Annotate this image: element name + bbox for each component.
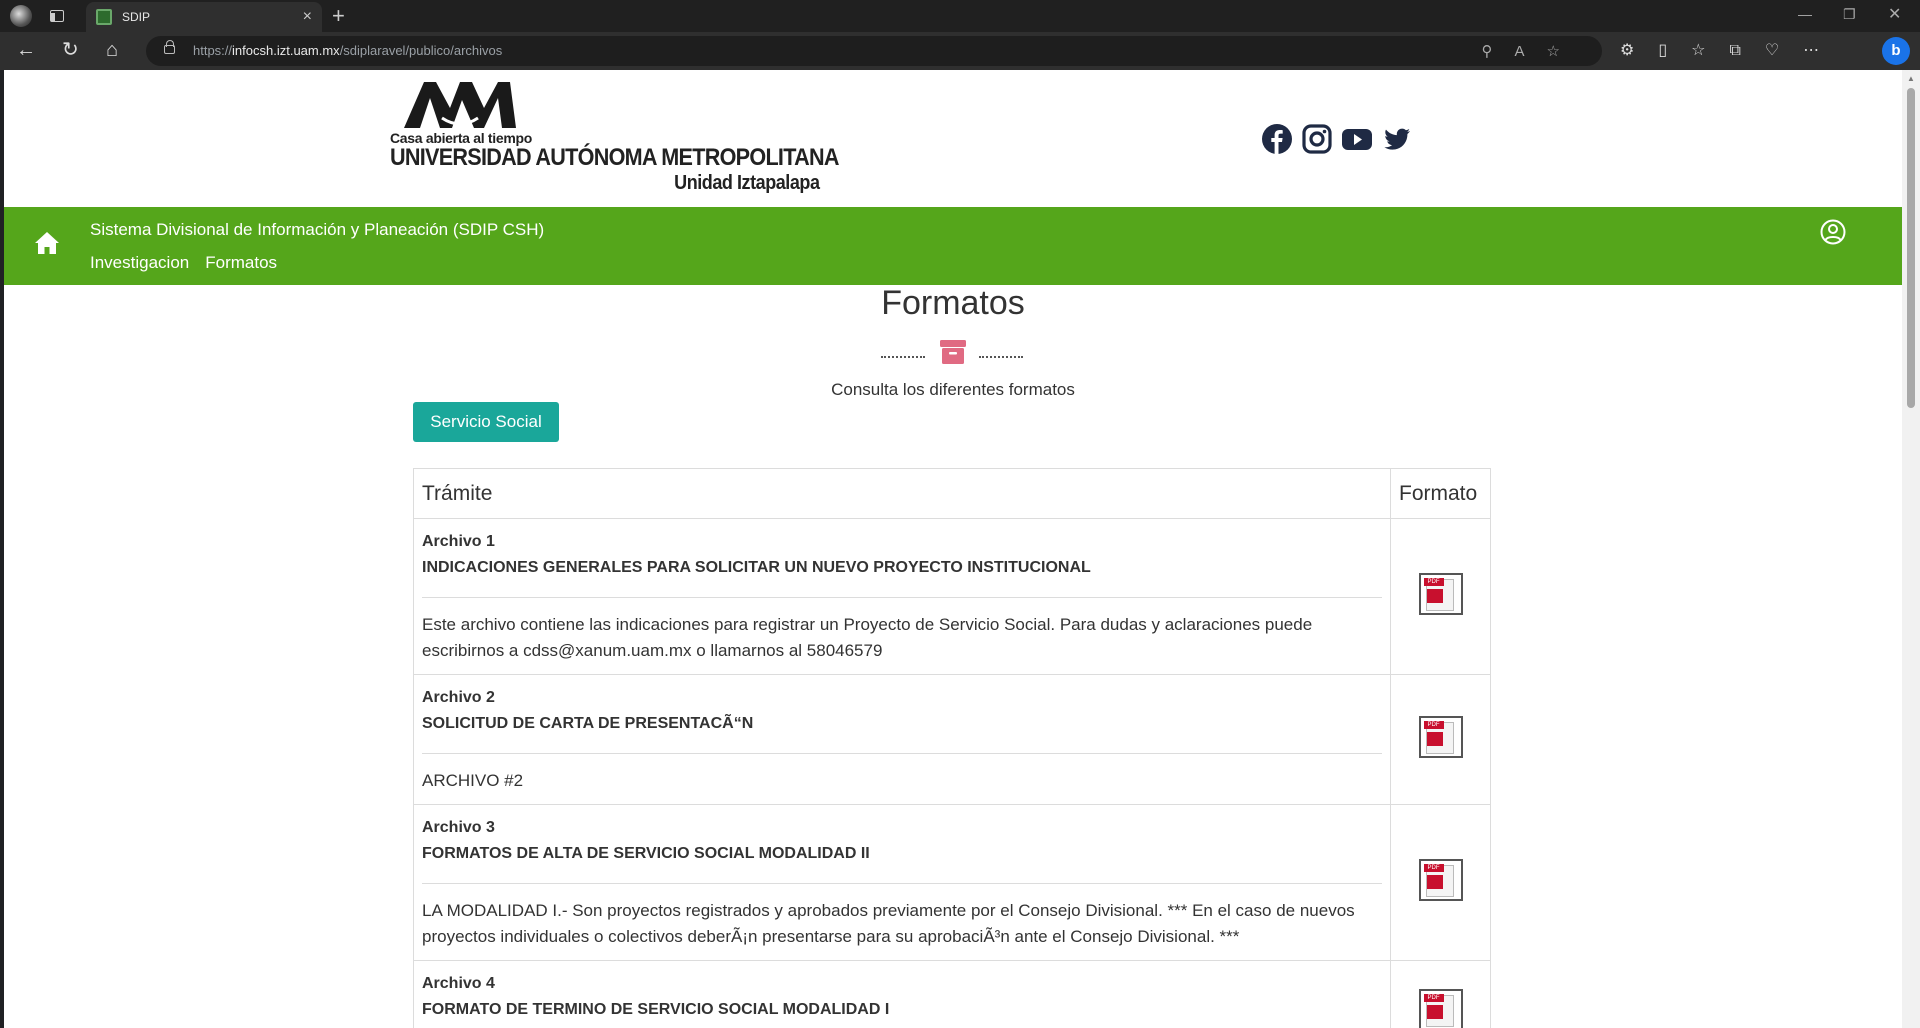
tab-title: SDIP <box>122 10 151 24</box>
nav-links: Investigacion Formatos <box>90 253 277 273</box>
pdf-download-icon[interactable]: PDF <box>1418 716 1463 758</box>
page-title: Formatos <box>881 284 1025 322</box>
formats-table: Trámite Formato Archivo 1 INDICACIONES G… <box>413 468 1491 1028</box>
archivo-name: INDICACIONES GENERALES PARA SOLICITAR UN… <box>422 555 1382 598</box>
pdf-download-icon[interactable]: PDF <box>1418 989 1463 1028</box>
nav-link-investigacion[interactable]: Investigacion <box>90 253 189 273</box>
formato-cell: PDF <box>1390 674 1491 805</box>
facebook-icon[interactable] <box>1262 124 1292 154</box>
formato-cell: PDF <box>1390 518 1491 675</box>
archivo-name: SOLICITUD DE CARTA DE PRESENTACÃ“N <box>422 711 1382 754</box>
formato-cell: PDF <box>1390 804 1491 961</box>
refresh-icon[interactable]: ↻ <box>62 39 79 61</box>
archivo-name: FORMATOS DE ALTA DE SERVICIO SOCIAL MODA… <box>422 841 1382 884</box>
browser-toolbar: ← ↻ ⌂ https://infocsh.izt.uam.mx/sdiplar… <box>0 32 1920 70</box>
table-row: Archivo 4 FORMATO DE TERMINO DE SERVICIO… <box>413 960 1491 1028</box>
home-icon[interactable] <box>34 231 60 255</box>
address-bar[interactable]: https://infocsh.izt.uam.mx/sdiplaravel/p… <box>146 36 1602 66</box>
archive-box-icon <box>940 340 966 364</box>
browser-toolbar-icons[interactable]: ⚙▯☆⧉♡⋯ <box>1620 40 1843 60</box>
archivo-number: Archivo 4 <box>422 975 495 992</box>
pdf-download-icon[interactable]: PDF <box>1418 859 1463 901</box>
logo-university-name: UNIVERSIDAD AUTÓNOMA METROPOLITANA <box>390 144 839 171</box>
scroll-up-icon[interactable]: ▲ <box>1907 74 1915 83</box>
page-scrollbar[interactable]: ▲ <box>1902 70 1920 1028</box>
nav-link-formatos[interactable]: Formatos <box>205 253 277 273</box>
tramite-cell: Archivo 1 INDICACIONES GENERALES PARA SO… <box>413 518 1391 675</box>
tab-favicon-icon <box>96 9 112 25</box>
page-viewport: Casa abierta al tiempo UNIVERSIDAD AUTÓN… <box>4 70 1902 1028</box>
archivo-description: Este archivo contiene las indicaciones p… <box>422 615 1313 660</box>
column-header-formato: Formato <box>1390 468 1491 519</box>
social-links <box>1262 124 1412 154</box>
profile-avatar[interactable] <box>10 5 32 27</box>
table-row: Archivo 1 INDICACIONES GENERALES PARA SO… <box>413 518 1491 675</box>
archivo-name: FORMATO DE TERMINO DE SERVICIO SOCIAL MO… <box>422 997 1382 1028</box>
new-tab-icon[interactable]: + <box>332 4 345 28</box>
title-divider <box>881 338 1023 366</box>
window-close-icon[interactable]: ✕ <box>1888 4 1901 24</box>
archivo-description: ARCHIVO #2 <box>422 771 524 790</box>
tab-close-icon[interactable]: × <box>303 8 312 26</box>
uam-logo[interactable]: Casa abierta al tiempo UNIVERSIDAD AUTÓN… <box>390 78 839 194</box>
table-header-row: Trámite Formato <box>413 468 1491 519</box>
minimize-icon[interactable]: — <box>1798 6 1812 22</box>
site-title-link[interactable]: Sistema Divisional de Información y Plan… <box>90 220 544 240</box>
logo-unit-name: Unidad Iztapalapa <box>674 172 821 194</box>
copilot-icon[interactable]: b <box>1882 37 1910 65</box>
restore-icon[interactable]: ❐ <box>1843 6 1856 23</box>
lock-icon <box>164 40 175 54</box>
category-servicio-social-button[interactable]: Servicio Social <box>413 402 559 442</box>
browser-tab-strip: SDIP × + — ❐ ✕ <box>0 0 1920 32</box>
tramite-cell: Archivo 4 FORMATO DE TERMINO DE SERVICIO… <box>413 960 1391 1028</box>
address-bar-icons[interactable]: ⚲A☆ <box>1482 42 1582 60</box>
uam-logo-mark <box>404 82 516 128</box>
archivo-number: Archivo 2 <box>422 689 495 706</box>
youtube-icon[interactable] <box>1342 124 1372 154</box>
twitter-icon[interactable] <box>1382 124 1412 154</box>
pdf-download-icon[interactable]: PDF <box>1418 573 1463 615</box>
user-account-icon[interactable] <box>1820 219 1846 245</box>
table-row: Archivo 3 FORMATOS DE ALTA DE SERVICIO S… <box>413 804 1491 961</box>
instagram-icon[interactable] <box>1302 124 1332 154</box>
scroll-thumb[interactable] <box>1907 88 1915 408</box>
archivo-number: Archivo 3 <box>422 819 495 836</box>
column-header-tramite: Trámite <box>413 468 1391 519</box>
home-browser-icon[interactable]: ⌂ <box>106 39 118 61</box>
archivo-number: Archivo 1 <box>422 533 495 550</box>
tramite-cell: Archivo 3 FORMATOS DE ALTA DE SERVICIO S… <box>413 804 1391 961</box>
back-icon[interactable]: ← <box>16 39 36 61</box>
tab-actions-icon[interactable] <box>50 10 64 22</box>
table-row: Archivo 2 SOLICITUD DE CARTA DE PRESENTA… <box>413 674 1491 805</box>
url-text: https://infocsh.izt.uam.mx/sdiplaravel/p… <box>193 43 503 58</box>
main-navbar: Sistema Divisional de Información y Plan… <box>4 207 1902 285</box>
browser-tab[interactable]: SDIP × <box>86 2 322 32</box>
archivo-description: LA MODALIDAD I.- Son proyectos registrad… <box>422 901 1355 946</box>
formato-cell: PDF <box>1390 960 1491 1028</box>
page-subtitle: Consulta los diferentes formatos <box>831 380 1075 399</box>
tramite-cell: Archivo 2 SOLICITUD DE CARTA DE PRESENTA… <box>413 674 1391 805</box>
